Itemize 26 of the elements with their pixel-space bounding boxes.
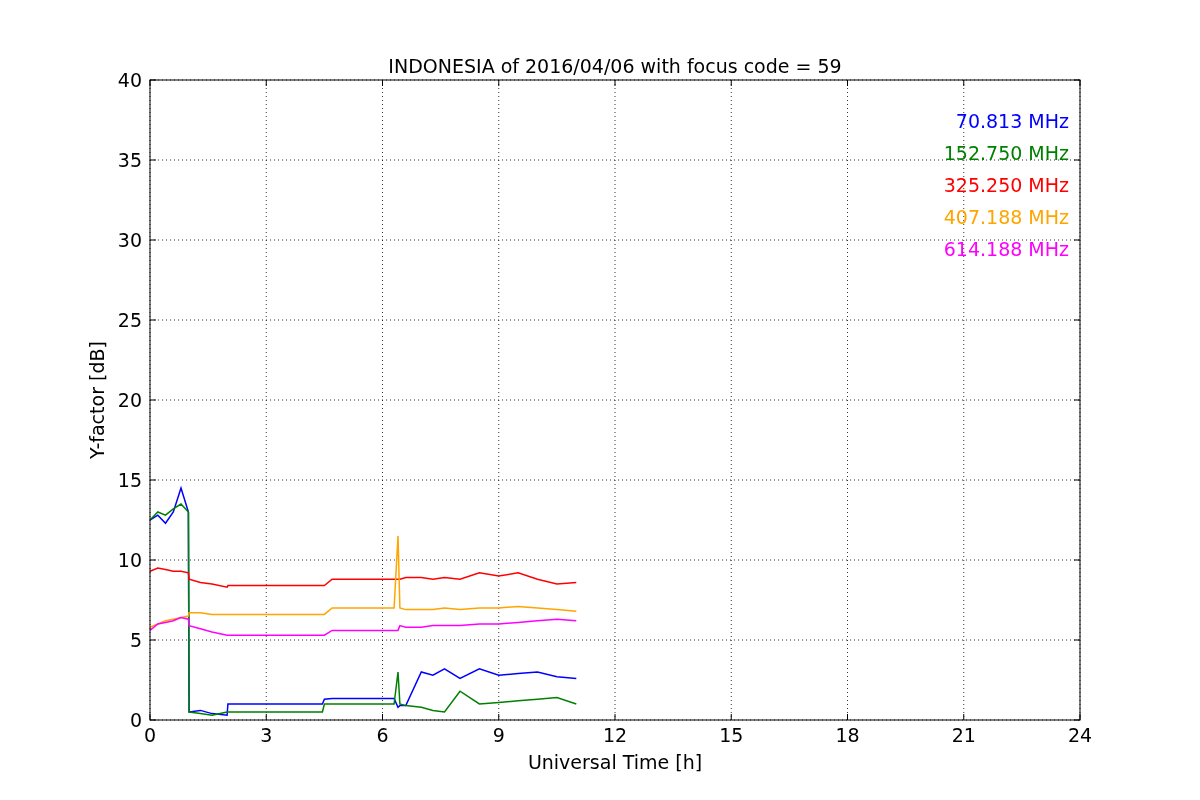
- axis-label: Y-factor [dB]: [86, 341, 108, 459]
- tick-label: 21: [951, 724, 976, 746]
- tick-label: 15: [719, 724, 744, 746]
- tick-label: 0: [143, 724, 157, 746]
- tick-label: 3: [260, 724, 273, 746]
- tick-label: 35: [117, 149, 142, 171]
- legend-label: 152.750 MHz: [943, 142, 1069, 164]
- legend-label: 407.188 MHz: [943, 206, 1069, 228]
- legend-label: 70.813 MHz: [955, 110, 1069, 132]
- tick-label: 25: [117, 309, 142, 331]
- chart-title: INDONESIA of 2016/04/06 with focus code = 59: [388, 55, 842, 77]
- tick-label: 6: [376, 724, 389, 746]
- axis-label: Universal Time [h]: [527, 751, 703, 773]
- tick-label: 15: [117, 469, 142, 491]
- tick-label: 12: [602, 724, 628, 746]
- tick-label: 30: [117, 229, 142, 251]
- tick-label: 18: [835, 724, 860, 746]
- legend-label: 325.250 MHz: [943, 174, 1069, 196]
- tick-label: 20: [117, 389, 142, 411]
- legend-label: 614.188 MHz: [943, 238, 1069, 260]
- tick-label: 24: [1067, 724, 1093, 746]
- tick-label: 10: [117, 549, 142, 571]
- tick-label: 40: [117, 69, 142, 91]
- tick-label: 5: [129, 629, 142, 651]
- tick-label: 9: [492, 724, 505, 746]
- tick-label: 0: [129, 709, 142, 731]
